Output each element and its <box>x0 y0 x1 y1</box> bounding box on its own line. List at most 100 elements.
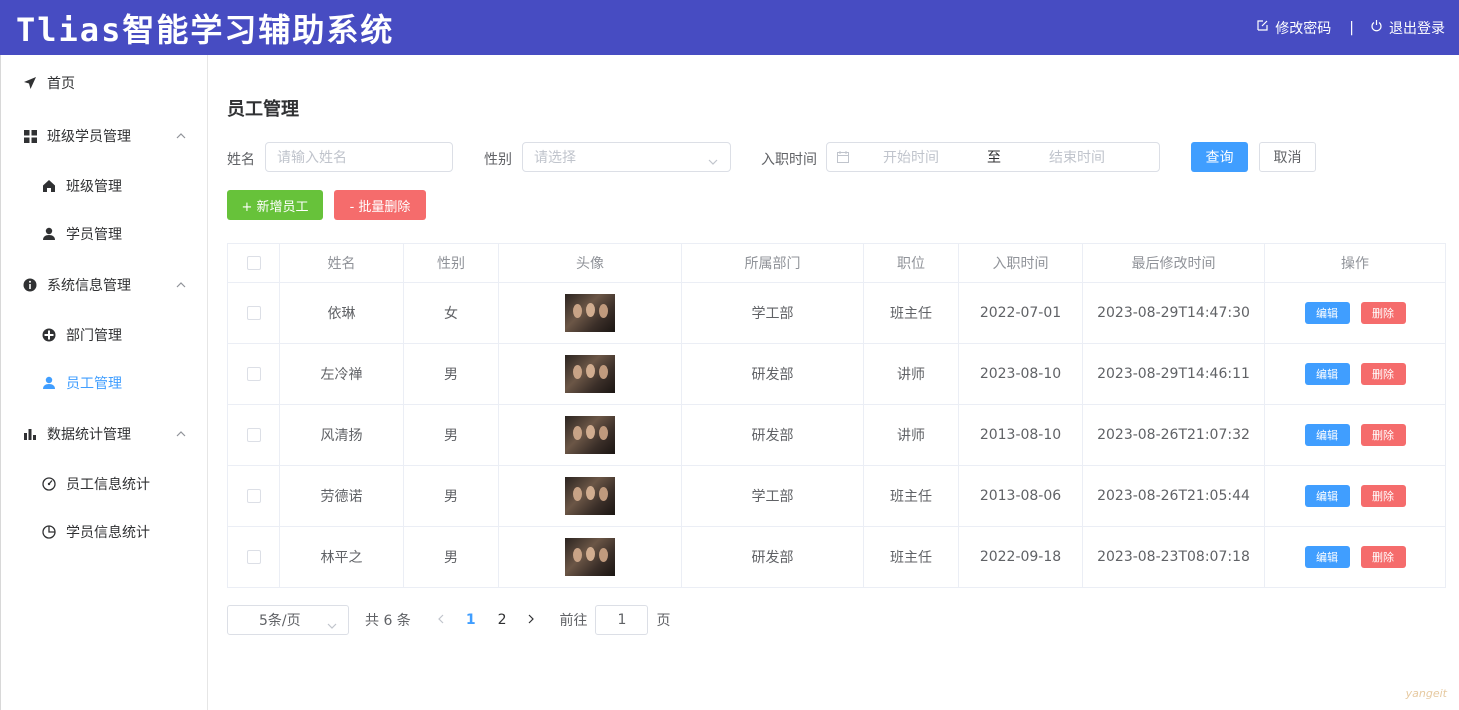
row-checkbox[interactable] <box>246 550 261 564</box>
gender-filter-select[interactable]: 请选择 <box>522 142 731 172</box>
date-range-picker[interactable]: 开始时间 至 结束时间 <box>826 142 1160 172</box>
sidebar-item-employee-management[interactable]: 员工管理 <box>1 359 208 407</box>
row-checkbox[interactable] <box>246 489 261 503</box>
logout-button[interactable]: 退出登录 <box>1370 18 1445 38</box>
chevron-down-icon <box>708 153 718 169</box>
row-select-cell <box>228 344 280 404</box>
table-row: 左冷禅 男 研发部 讲师 2023-08-10 2023-08-29T14:46… <box>228 344 1445 405</box>
sidebar-item-label: 数据统计管理 <box>47 427 131 443</box>
page-number-current[interactable]: 1 <box>466 612 476 628</box>
row-checkbox[interactable] <box>246 428 261 442</box>
sidebar-item-student-management[interactable]: 学员管理 <box>1 210 208 258</box>
sidebar-item-home[interactable]: 首页 <box>1 59 208 107</box>
page-title: 员工管理 <box>227 99 299 120</box>
delete-button[interactable]: 删除 <box>1360 485 1406 507</box>
cell-avatar <box>499 405 682 465</box>
end-date-placeholder[interactable]: 结束时间 <box>1049 147 1105 167</box>
row-checkbox[interactable] <box>246 306 261 320</box>
change-password-label: 修改密码 <box>1275 20 1332 37</box>
next-page-icon[interactable] <box>528 612 535 628</box>
delete-button[interactable]: 删除 <box>1360 546 1406 568</box>
cell-avatar <box>499 466 682 526</box>
cell-job: 班主任 <box>864 527 959 587</box>
avatar <box>565 477 615 515</box>
cell-job: 班主任 <box>864 466 959 526</box>
edit-icon <box>1256 19 1269 36</box>
sidebar-group-system-info[interactable]: 系统信息管理 <box>1 261 208 309</box>
top-header: Tlias智能学习辅助系统 修改密码 | 退出登录 <box>0 0 1459 55</box>
sidebar-item-dept-management[interactable]: 部门管理 <box>1 311 208 359</box>
table-row: 林平之 男 研发部 班主任 2022-09-18 2023-08-23T08:0… <box>228 527 1445 587</box>
avatar <box>565 538 615 576</box>
cell-actions: 编辑 删除 <box>1265 405 1445 465</box>
table-row: 依琳 女 学工部 班主任 2022-07-01 2023-08-29T14:47… <box>228 283 1445 344</box>
cell-update-time: 2023-08-23T08:07:18 <box>1083 527 1265 587</box>
chevron-up-icon <box>176 429 186 440</box>
select-all-checkbox[interactable] <box>246 256 261 270</box>
cell-entry-date: 2013-08-10 <box>959 405 1083 465</box>
sidebar-item-label: 部门管理 <box>66 328 122 344</box>
cell-name: 劳德诺 <box>280 466 404 526</box>
column-header: 职位 <box>864 244 959 282</box>
sidebar-item-label: 首页 <box>47 76 75 92</box>
grid-icon <box>23 129 37 143</box>
start-date-placeholder[interactable]: 开始时间 <box>883 147 939 167</box>
cell-actions: 编辑 删除 <box>1265 466 1445 526</box>
cell-name: 林平之 <box>280 527 404 587</box>
delete-button[interactable]: 删除 <box>1360 424 1406 446</box>
sidebar-item-label: 班级学员管理 <box>47 129 131 145</box>
add-employee-button[interactable]: + 新增员工 <box>227 190 323 220</box>
cell-update-time: 2023-08-26T21:07:32 <box>1083 405 1265 465</box>
cancel-button[interactable]: 取消 <box>1259 142 1316 172</box>
cell-job: 讲师 <box>864 344 959 404</box>
edit-button[interactable]: 编辑 <box>1304 363 1350 385</box>
edit-button[interactable]: 编辑 <box>1304 302 1350 324</box>
delete-button[interactable]: 删除 <box>1360 363 1406 385</box>
prev-page-icon[interactable] <box>437 612 444 628</box>
row-select-cell <box>228 466 280 526</box>
cell-avatar <box>499 283 682 343</box>
row-select-cell <box>228 283 280 343</box>
goto-page-input[interactable]: 1 <box>595 605 649 635</box>
chevron-up-icon <box>176 280 186 291</box>
query-button[interactable]: 查询 <box>1191 142 1248 172</box>
edit-button[interactable]: 编辑 <box>1304 546 1350 568</box>
column-header: 性别 <box>404 244 499 282</box>
table-row: 劳德诺 男 学工部 班主任 2013-08-06 2023-08-26T21:0… <box>228 466 1445 527</box>
header-separator: | <box>1349 19 1354 36</box>
cell-gender: 女 <box>404 283 499 343</box>
sidebar-item-employee-stats[interactable]: 员工信息统计 <box>1 460 208 508</box>
date-filter-label: 入职时间 <box>761 152 817 168</box>
change-password-button[interactable]: 修改密码 <box>1256 18 1331 38</box>
gender-filter-label: 性别 <box>484 152 512 168</box>
cell-gender: 男 <box>404 527 499 587</box>
delete-button[interactable]: 删除 <box>1360 302 1406 324</box>
row-checkbox[interactable] <box>246 367 261 381</box>
cell-entry-date: 2013-08-06 <box>959 466 1083 526</box>
table-row: 风清扬 男 研发部 讲师 2013-08-10 2023-08-26T21:07… <box>228 405 1445 466</box>
pie-icon <box>42 525 56 539</box>
batch-delete-button[interactable]: - 批量删除 <box>334 190 426 220</box>
column-header: 所属部门 <box>682 244 864 282</box>
cell-update-time: 2023-08-29T14:47:30 <box>1083 283 1265 343</box>
cell-actions: 编辑 删除 <box>1265 344 1445 404</box>
gender-filter-placeholder: 请选择 <box>534 150 576 166</box>
sidebar-group-statistics[interactable]: 数据统计管理 <box>1 410 208 458</box>
page-number[interactable]: 2 <box>498 612 507 628</box>
page-unit-label: 页 <box>656 613 671 629</box>
page-size-select[interactable]: 5条/页 <box>227 605 349 635</box>
cell-dept: 研发部 <box>682 527 864 587</box>
cell-name: 左冷禅 <box>280 344 404 404</box>
total-count: 共 6 条 <box>365 613 411 629</box>
edit-button[interactable]: 编辑 <box>1304 424 1350 446</box>
name-filter-input[interactable]: 请输入姓名 <box>265 142 453 172</box>
dept-icon <box>42 328 56 342</box>
column-header: 头像 <box>499 244 682 282</box>
sidebar-item-class-management[interactable]: 班级管理 <box>1 162 208 210</box>
sidebar-group-class-student[interactable]: 班级学员管理 <box>1 112 208 160</box>
sidebar-item-label: 班级管理 <box>66 179 122 195</box>
sidebar-item-student-stats[interactable]: 学员信息统计 <box>1 508 208 556</box>
cell-entry-date: 2022-07-01 <box>959 283 1083 343</box>
pagination: 5条/页 共 6 条 1 2 前往 1 页 <box>227 605 670 635</box>
edit-button[interactable]: 编辑 <box>1304 485 1350 507</box>
